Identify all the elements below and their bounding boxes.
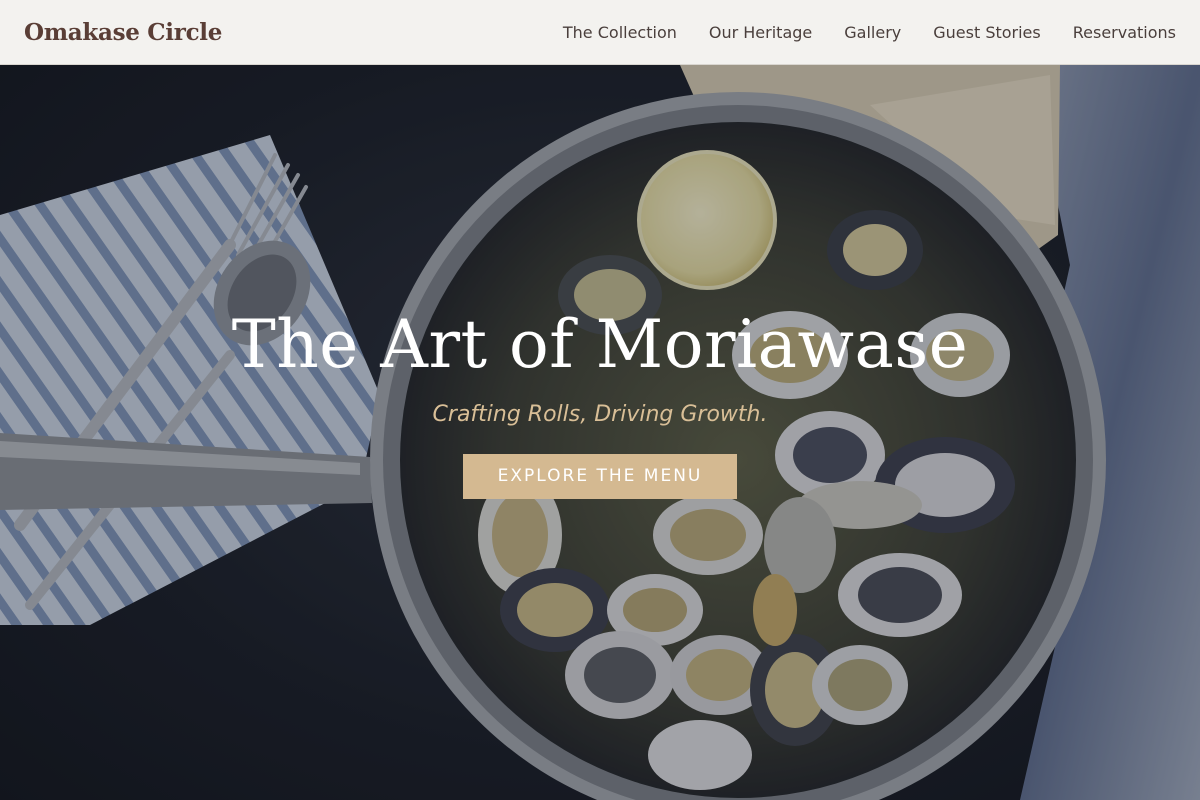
hero-content: The Art of Moriawase Crafting Rolls, Dri… [0,300,1200,499]
main-nav: The Collection Our Heritage Gallery Gues… [563,23,1176,42]
site-header: Omakase Circle The Collection Our Herita… [0,0,1200,65]
nav-link-reservations[interactable]: Reservations [1073,23,1176,42]
hero-title: The Art of Moriawase [231,306,969,383]
brand-logo[interactable]: Omakase Circle [24,19,222,46]
explore-menu-button[interactable]: EXPLORE THE MENU [463,454,737,499]
nav-link-gallery[interactable]: Gallery [844,23,901,42]
nav-link-heritage[interactable]: Our Heritage [709,23,812,42]
nav-link-collection[interactable]: The Collection [563,23,677,42]
nav-link-guest-stories[interactable]: Guest Stories [933,23,1041,42]
hero-subtitle: Crafting Rolls, Driving Growth. [432,402,768,427]
